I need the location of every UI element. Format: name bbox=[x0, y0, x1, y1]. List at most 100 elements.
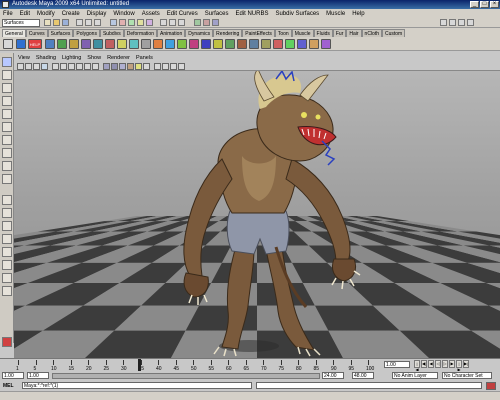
panel-menu-shading[interactable]: Shading bbox=[36, 55, 56, 61]
outliner-icon[interactable] bbox=[237, 39, 247, 49]
panel-menu-view[interactable]: View bbox=[18, 55, 30, 61]
custom-layout-icon-2[interactable] bbox=[2, 286, 12, 296]
graph-layout-icon[interactable] bbox=[2, 260, 12, 270]
rotate-tool-icon[interactable] bbox=[2, 109, 12, 119]
ep-curve-icon[interactable] bbox=[129, 39, 139, 49]
tab-toon[interactable]: Toon bbox=[274, 29, 292, 37]
dope-sheet-icon[interactable] bbox=[261, 39, 271, 49]
hq-render-icon[interactable] bbox=[178, 63, 185, 70]
menu-modify[interactable]: Modify bbox=[37, 11, 55, 17]
grid-toggle-icon[interactable] bbox=[52, 63, 59, 70]
graph-editor-icon[interactable] bbox=[249, 39, 259, 49]
script-editor-icon[interactable] bbox=[486, 382, 496, 390]
persp-outliner-layout-icon[interactable] bbox=[2, 221, 12, 231]
range-slider[interactable] bbox=[52, 373, 320, 379]
textured-icon[interactable] bbox=[127, 63, 134, 70]
joint-tool-icon[interactable] bbox=[297, 39, 307, 49]
panel-menu-lighting[interactable]: Lighting bbox=[62, 55, 81, 61]
history-icon[interactable] bbox=[153, 39, 163, 49]
group-icon[interactable] bbox=[141, 39, 151, 49]
minimize-button[interactable]: _ bbox=[470, 1, 479, 8]
tab-dynamics[interactable]: Dynamics bbox=[185, 29, 214, 37]
panel-menu-show[interactable]: Show bbox=[87, 55, 101, 61]
menu-subdiv-surfaces[interactable]: Subdiv Surfaces bbox=[275, 11, 319, 17]
menu-display[interactable]: Display bbox=[87, 11, 107, 17]
cube-icon[interactable] bbox=[57, 39, 67, 49]
new-scene-icon[interactable] bbox=[44, 19, 51, 26]
panel-menu-renderer[interactable]: Renderer bbox=[107, 55, 130, 61]
paint-tool-icon[interactable] bbox=[273, 39, 283, 49]
smooth-shade-icon[interactable] bbox=[111, 63, 118, 70]
go-to-end-icon[interactable]: ▶| bbox=[463, 360, 469, 368]
menu-set-dropdown[interactable]: Surfaces bbox=[2, 19, 40, 27]
tool-settings-icon[interactable] bbox=[449, 19, 456, 26]
current-frame-field[interactable]: 1.00 bbox=[384, 361, 410, 368]
use-all-lights-icon[interactable] bbox=[135, 63, 142, 70]
tab-fur[interactable]: Fur bbox=[332, 29, 347, 37]
move-tool-icon[interactable] bbox=[2, 96, 12, 106]
tab-custom[interactable]: Custom bbox=[382, 29, 406, 37]
film-gate-icon[interactable] bbox=[60, 63, 67, 70]
shadows-icon[interactable] bbox=[143, 63, 150, 70]
tab-muscle[interactable]: Muscle bbox=[291, 29, 314, 37]
isolate-select-icon[interactable] bbox=[170, 63, 177, 70]
four-view-layout-icon[interactable] bbox=[2, 208, 12, 218]
soft-mod-icon[interactable] bbox=[2, 148, 12, 158]
step-forward-frame-icon[interactable]: ▶ bbox=[449, 360, 455, 368]
mask-icon-4[interactable] bbox=[137, 19, 144, 26]
tab-fluids[interactable]: Fluids bbox=[313, 29, 333, 37]
maximize-button[interactable]: □ bbox=[480, 1, 489, 8]
gate-mask-icon[interactable] bbox=[76, 63, 83, 70]
cylinder-icon[interactable] bbox=[69, 39, 79, 49]
show-manip-icon[interactable] bbox=[2, 161, 12, 171]
mask-icon-3[interactable] bbox=[128, 19, 135, 26]
menu-create[interactable]: Create bbox=[62, 11, 80, 17]
lasso-icon[interactable] bbox=[2, 70, 12, 80]
hypershade-icon[interactable] bbox=[225, 39, 235, 49]
playback-end-field[interactable]: 24.00 bbox=[322, 372, 344, 379]
render-icon[interactable] bbox=[194, 19, 201, 26]
tab-general[interactable]: General bbox=[2, 29, 26, 37]
tab-polygons[interactable]: Polygons bbox=[73, 29, 100, 37]
tab-rendering[interactable]: Rendering bbox=[213, 29, 243, 37]
snap-grid-icon[interactable] bbox=[160, 19, 167, 26]
render-settings-icon[interactable] bbox=[212, 19, 219, 26]
camera-icon[interactable] bbox=[201, 39, 211, 49]
field-chart-icon[interactable] bbox=[84, 63, 91, 70]
torus-icon[interactable] bbox=[105, 39, 115, 49]
paint-select-icon[interactable] bbox=[2, 83, 12, 93]
snap-curve-icon[interactable] bbox=[169, 19, 176, 26]
menu-window[interactable]: Window bbox=[113, 11, 134, 17]
tab-painteffects[interactable]: PaintEffects bbox=[242, 29, 275, 37]
mask-icon[interactable] bbox=[110, 19, 117, 26]
ipr-render-icon[interactable] bbox=[203, 19, 210, 26]
safe-action-icon[interactable] bbox=[92, 63, 99, 70]
render-view-icon[interactable] bbox=[213, 39, 223, 49]
play-backward-icon[interactable]: ◁ bbox=[435, 360, 441, 368]
wireframe-icon[interactable] bbox=[103, 63, 110, 70]
menu-assets[interactable]: Assets bbox=[142, 11, 160, 17]
tab-surfaces[interactable]: Surfaces bbox=[47, 29, 74, 37]
time-cursor[interactable] bbox=[138, 359, 141, 371]
anim-layer-dropdown[interactable]: No Anim Layer bbox=[392, 372, 438, 379]
end-time-field[interactable]: 48.00 bbox=[352, 372, 374, 379]
perspective-viewport[interactable] bbox=[14, 71, 500, 358]
persp-graph-layout-icon[interactable] bbox=[2, 234, 12, 244]
snap-point-icon[interactable] bbox=[178, 19, 185, 26]
panel-menu-panels[interactable]: Panels bbox=[136, 55, 153, 61]
mask-icon-5[interactable] bbox=[146, 19, 153, 26]
menu-file[interactable]: File bbox=[3, 11, 13, 17]
open-scene-icon[interactable] bbox=[53, 19, 60, 26]
light-icon[interactable] bbox=[189, 39, 199, 49]
image-plane-icon[interactable] bbox=[41, 63, 48, 70]
tab-animation[interactable]: Animation bbox=[156, 29, 186, 37]
close-button[interactable]: × bbox=[490, 1, 499, 8]
command-input[interactable]: Maya:*:*ref:*(1) bbox=[22, 382, 252, 389]
menu-edit[interactable]: Edit bbox=[20, 11, 30, 17]
center-pivot-icon[interactable] bbox=[177, 39, 187, 49]
tab-subdivs[interactable]: Subdivs bbox=[99, 29, 124, 37]
freeze-icon[interactable] bbox=[165, 39, 175, 49]
curve-icon[interactable] bbox=[117, 39, 127, 49]
skin-bind-icon[interactable] bbox=[321, 39, 331, 49]
last-tool-icon[interactable] bbox=[2, 174, 12, 184]
